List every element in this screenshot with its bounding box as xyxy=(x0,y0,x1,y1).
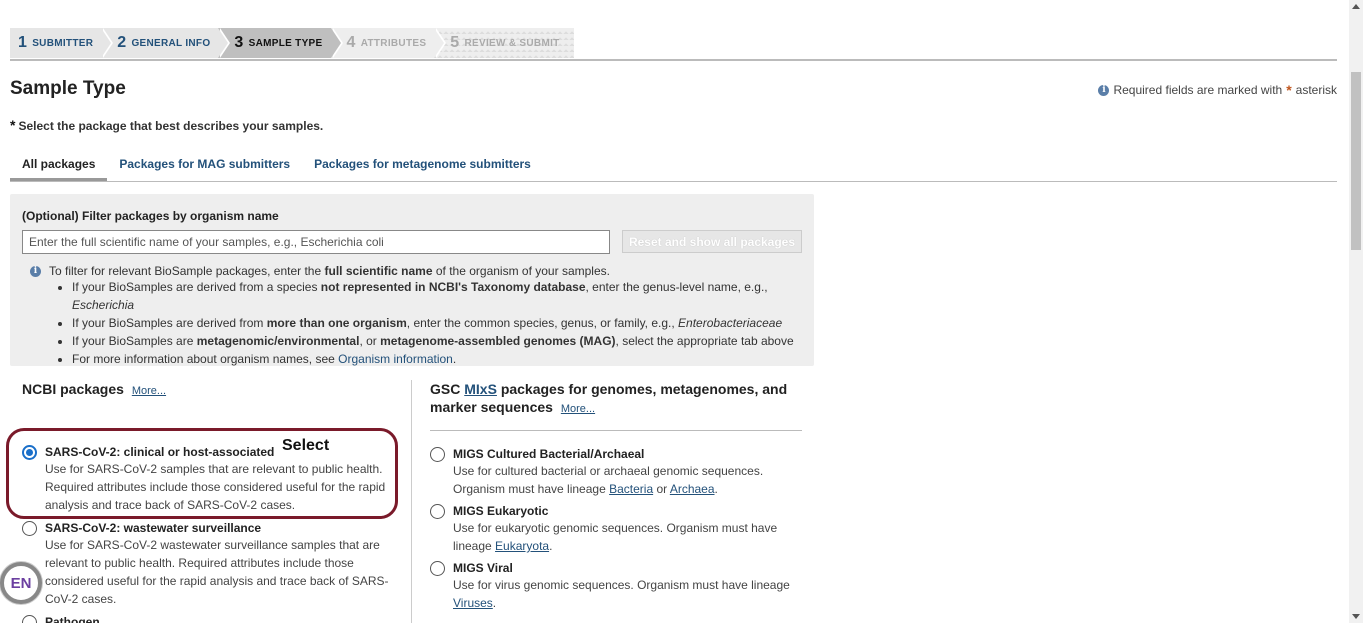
step-submitter[interactable]: 1 SUBMITTER xyxy=(10,28,114,58)
divider xyxy=(10,59,1337,61)
asterisk-icon: * xyxy=(1286,82,1292,98)
scrollbar[interactable] xyxy=(1349,0,1363,623)
reset-button[interactable]: Reset and show all packages xyxy=(622,230,802,253)
filter-hint: i To filter for relevant BioSample packa… xyxy=(22,264,802,278)
scroll-down-icon[interactable] xyxy=(1352,614,1360,619)
list-item: For more information about organism name… xyxy=(72,350,802,368)
package-migs-eukaryotic[interactable]: MIGS Eukaryotic Use for eukaryotic genom… xyxy=(430,503,802,555)
info-icon: i xyxy=(1098,84,1110,96)
step-review-submit: 5 REVIEW & SUBMIT xyxy=(434,28,573,58)
step-sample-type[interactable]: 3 SAMPLE TYPE xyxy=(218,28,343,58)
step-attributes: 4 ATTRIBUTES xyxy=(330,28,447,58)
select-annotation: Select xyxy=(282,437,330,454)
radio-migs-eukaryotic[interactable] xyxy=(430,504,445,519)
archaea-link[interactable]: Archaea xyxy=(670,482,715,496)
scroll-up-icon[interactable] xyxy=(1352,4,1360,9)
tab-mag-submitters[interactable]: Packages for MAG submitters xyxy=(107,148,302,181)
mixs-link[interactable]: MIxS xyxy=(464,381,497,397)
required-note: i Required fields are marked with * aste… xyxy=(1098,82,1337,98)
info-icon: i xyxy=(30,265,41,277)
language-badge[interactable]: EN xyxy=(0,562,42,604)
organism-info-link[interactable]: Organism information xyxy=(338,352,453,366)
radio-pathogen[interactable] xyxy=(22,615,37,623)
eukaryota-link[interactable]: Eukaryota xyxy=(495,539,549,553)
filter-panel: (Optional) Filter packages by organism n… xyxy=(10,194,814,366)
package-sars-cov-2-wastewater[interactable]: SARS-CoV-2: wastewater surveillance Use … xyxy=(22,520,402,608)
filter-label: (Optional) Filter packages by organism n… xyxy=(22,209,279,223)
step-wizard: 1 SUBMITTER 2 GENERAL INFO 3 SAMPLE TYPE 4A… xyxy=(10,27,574,59)
page-title: Sample Type xyxy=(10,78,126,99)
tab-metagenome-submitters[interactable]: Packages for metagenome submitters xyxy=(302,148,543,181)
asterisk-icon: * xyxy=(10,117,16,133)
package-migs-bacterial[interactable]: MIGS Cultured Bacterial/Archaeal Use for… xyxy=(430,446,802,498)
list-item: If your BioSamples are derived from a sp… xyxy=(72,278,802,314)
organism-filter-input[interactable] xyxy=(22,230,610,254)
scroll-thumb[interactable] xyxy=(1351,72,1361,250)
package-migs-viral[interactable]: MIGS Viral Use for virus genomic sequenc… xyxy=(430,560,802,612)
ncbi-more-link[interactable]: More... xyxy=(132,385,166,397)
column-divider xyxy=(411,380,412,623)
ncbi-heading: NCBI packages xyxy=(22,381,124,397)
package-tabs: All packages Packages for MAG submitters… xyxy=(10,148,1337,182)
list-item: If your BioSamples are derived from more… xyxy=(72,314,802,332)
select-instruction: * Select the package that best describes … xyxy=(10,117,324,133)
list-item: If your BioSamples are metagenomic/envir… xyxy=(72,332,802,350)
gsc-more-link[interactable]: More... xyxy=(561,403,595,415)
tab-all-packages[interactable]: All packages xyxy=(10,148,108,181)
step-general-info[interactable]: 2 GENERAL INFO xyxy=(101,28,231,58)
bacteria-link[interactable]: Bacteria xyxy=(609,482,653,496)
gsc-packages: GSC MIxS packages for genomes, metagenom… xyxy=(430,380,802,612)
selection-highlight-oval xyxy=(6,428,398,519)
divider xyxy=(430,430,802,431)
radio-migs-viral[interactable] xyxy=(430,561,445,576)
radio-sars-cov-2-wastewater[interactable] xyxy=(22,521,37,536)
viruses-link[interactable]: Viruses xyxy=(453,596,493,610)
filter-hint-list: If your BioSamples are derived from a sp… xyxy=(22,278,802,368)
radio-migs-bacterial[interactable] xyxy=(430,447,445,462)
package-pathogen[interactable]: Pathogen xyxy=(22,614,402,623)
